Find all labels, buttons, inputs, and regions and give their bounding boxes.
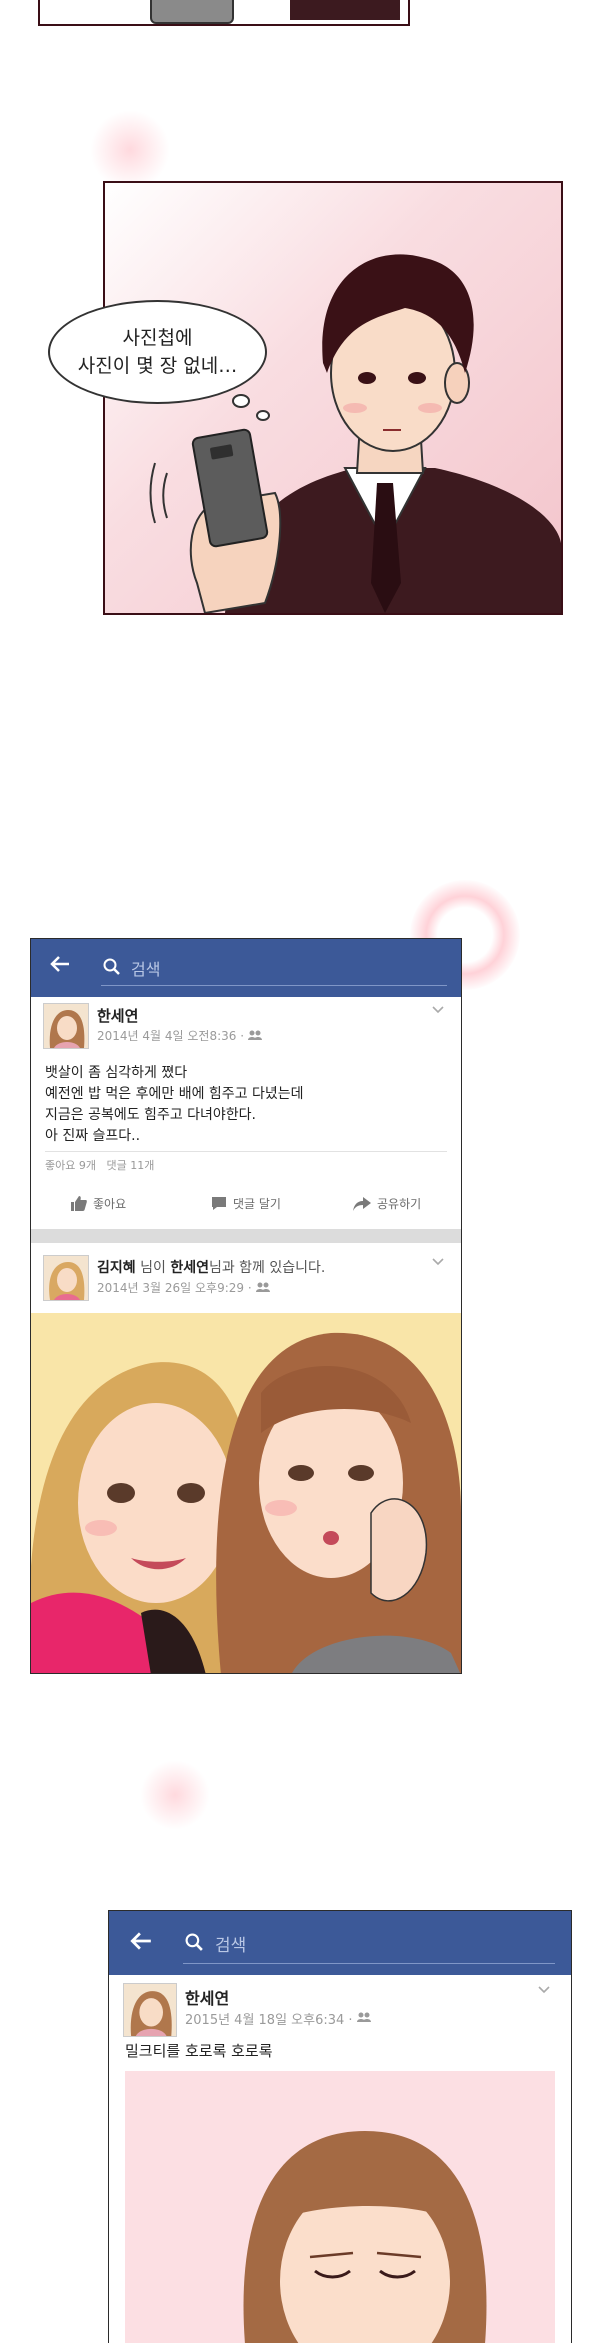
fb-top-bar: 검색 [31,939,461,997]
comment-icon [212,1197,226,1210]
post-author[interactable]: 김지혜 [97,1260,136,1276]
post-timestamp-text[interactable]: 2014년 4월 4일 오전8:36 · [97,1027,244,1044]
avatar[interactable] [43,1003,89,1049]
bubble-tail-dot [256,410,270,421]
phone-fragment [150,0,234,24]
post-line: 예전엔 밥 먹은 후에만 배에 힘주고 다녔는데 [45,1086,304,1102]
jacket-fragment [290,0,400,20]
friends-icon [248,1029,263,1043]
search-input[interactable]: 검색 [131,956,160,980]
bubble-line-2: 사진이 몇 장 없네… [77,355,238,377]
search-underline [183,1963,555,1964]
search-icon[interactable] [103,958,121,980]
post-timestamp[interactable]: 2014년 4월 4일 오전8:36 · [97,1027,263,1044]
comment-label: 댓글 달기 [233,1197,281,1211]
search-input[interactable]: 검색 [215,1931,246,1956]
post-timestamp-text[interactable]: 2014년 3월 26일 오후9:29 · [97,1279,252,1296]
share-icon [353,1196,371,1211]
post-timestamp-text[interactable]: 2015년 4월 18일 오후6:34 · [185,2009,353,2028]
post-with-text-2: 님과 함께 있습니다. [208,1260,326,1276]
back-arrow-icon[interactable] [129,1929,153,1959]
speech-bubble: 사진첩에 사진이 몇 장 없네… [48,300,267,404]
post-author[interactable]: 한세연 [185,1985,229,2009]
chevron-down-icon[interactable] [537,1983,551,1999]
post-author[interactable]: 한세연 [97,1005,138,1026]
post-with-text: 님이 [135,1260,171,1276]
bubble-tail-dot [232,394,250,408]
avatar[interactable] [123,1983,177,2037]
post-body: 뱃살이 좀 심각하게 쪘다 예전엔 밥 먹은 후에만 배에 힘주고 다녔는데 지… [45,1063,304,1147]
divider [45,1151,447,1152]
post-line: 아 진짜 슬프다.. [45,1128,141,1144]
tagged-user[interactable]: 한세연 [170,1260,209,1276]
chevron-down-icon[interactable] [431,1255,445,1271]
comment-button[interactable]: 댓글 달기 [211,1195,281,1212]
friends-icon [255,1281,270,1295]
fb-top-bar: 검색 [109,1911,571,1975]
pink-glow [90,110,170,190]
friends-icon [356,2011,371,2026]
post-line: 뱃살이 좀 심각하게 쪘다 [45,1065,188,1081]
like-button[interactable]: 좋아요 [71,1195,126,1212]
search-icon[interactable] [185,1933,204,1956]
avatar[interactable] [43,1255,89,1301]
facebook-feed-1: 검색 한세연 2014년 4월 4일 오전8:36 · 뱃살이 좀 심각하게 쪘… [30,938,462,1674]
thumbs-up-icon [71,1196,87,1211]
post-photo[interactable] [125,2071,555,2343]
post-timestamp[interactable]: 2014년 3월 26일 오후9:29 · [97,1279,270,1296]
like-label: 좋아요 [93,1197,127,1211]
facebook-feed-2: 검색 한세연 2015년 4월 18일 오후6:34 · 밀크티를 호로록 호로… [108,1910,572,2343]
share-button[interactable]: 공유하기 [353,1195,421,1212]
post-body: 밀크티를 호로록 호로록 [125,2042,273,2060]
post-photo[interactable] [31,1313,461,1673]
pink-glow [140,1760,210,1830]
post-separator [31,1229,461,1243]
back-arrow-icon[interactable] [49,953,71,981]
post-timestamp[interactable]: 2015년 4월 18일 오후6:34 · [185,2009,371,2028]
search-underline [101,985,447,986]
post2-header: 김지혜 님이 한세연님과 함께 있습니다. [97,1257,325,1277]
post-line: 지금은 공복에도 힘주고 다녀야한다. [45,1107,256,1123]
chevron-down-icon[interactable] [431,1003,445,1019]
bubble-line-1: 사진첩에 [122,327,193,349]
post-stats[interactable]: 좋아요 9개 댓글 11개 [45,1157,154,1173]
share-label: 공유하기 [377,1197,422,1211]
top-panel-fragment [38,0,410,26]
